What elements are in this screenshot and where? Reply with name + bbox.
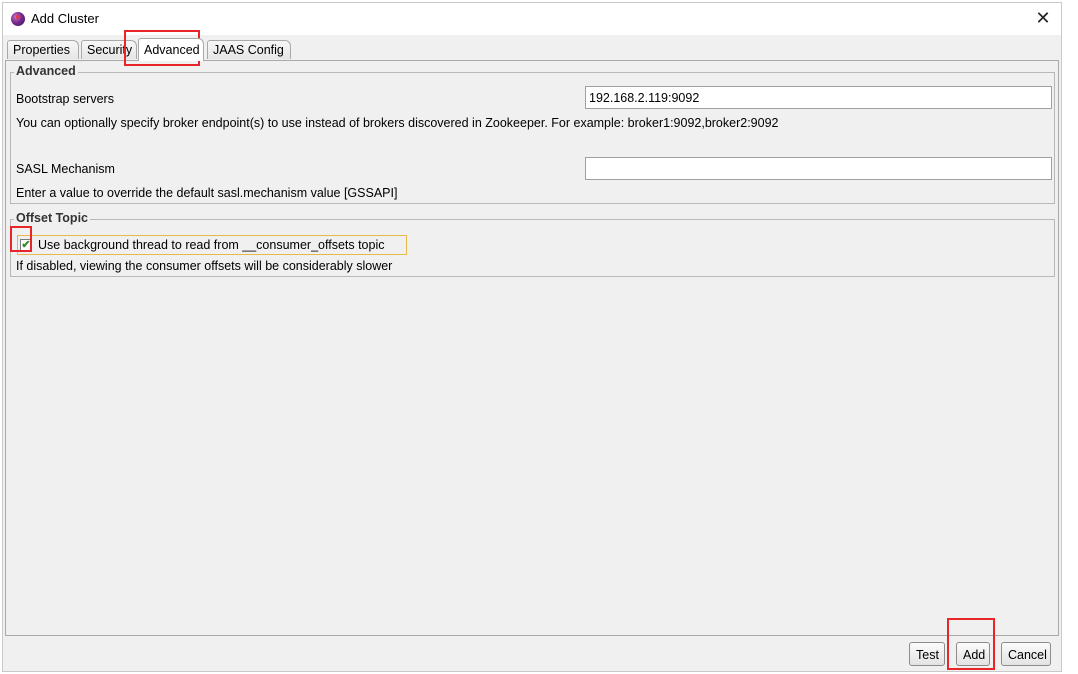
cancel-button[interactable]: Cancel bbox=[1001, 642, 1051, 666]
advanced-legend: Advanced bbox=[14, 64, 78, 78]
test-button[interactable]: Test bbox=[909, 642, 945, 666]
sasl-mechanism-input[interactable] bbox=[585, 157, 1052, 180]
offset-thread-checkbox[interactable]: ✔ bbox=[20, 239, 32, 251]
tab-properties[interactable]: Properties bbox=[7, 40, 79, 59]
offset-thread-option[interactable]: ✔ Use background thread to read from __c… bbox=[17, 235, 407, 255]
bootstrap-servers-input[interactable] bbox=[585, 86, 1052, 109]
tab-advanced[interactable]: Advanced bbox=[138, 38, 204, 61]
tab-content-advanced: Advanced Bootstrap servers You can optio… bbox=[5, 60, 1059, 636]
tab-security[interactable]: Security bbox=[81, 40, 137, 59]
close-icon[interactable]: ✕ bbox=[1033, 8, 1053, 28]
add-cluster-dialog: Add Cluster ✕ Properties Security Advanc… bbox=[2, 2, 1062, 672]
title-bar: Add Cluster ✕ bbox=[3, 3, 1061, 35]
bootstrap-servers-label: Bootstrap servers bbox=[16, 92, 114, 106]
tab-jaas-config[interactable]: JAAS Config bbox=[207, 40, 291, 59]
window-title: Add Cluster bbox=[31, 11, 99, 26]
offset-thread-help: If disabled, viewing the consumer offset… bbox=[16, 259, 393, 273]
offset-thread-checkbox-label[interactable]: Use background thread to read from __con… bbox=[38, 238, 385, 252]
kafka-tool-icon bbox=[11, 12, 25, 26]
bootstrap-servers-help: You can optionally specify broker endpoi… bbox=[16, 116, 779, 130]
sasl-mechanism-label: SASL Mechanism bbox=[16, 162, 115, 176]
add-button[interactable]: Add bbox=[956, 642, 990, 666]
sasl-mechanism-help: Enter a value to override the default sa… bbox=[16, 186, 398, 200]
advanced-group: Advanced Bootstrap servers You can optio… bbox=[10, 64, 1055, 204]
offset-topic-legend: Offset Topic bbox=[14, 211, 90, 225]
offset-topic-group: Offset Topic ✔ Use background thread to … bbox=[10, 211, 1055, 277]
